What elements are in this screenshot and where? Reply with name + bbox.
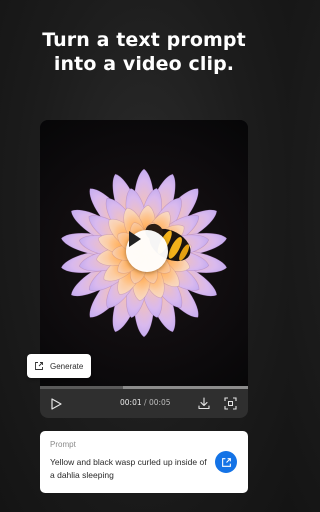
headline: Turn a text prompt into a video clip.: [0, 28, 288, 76]
prompt-title: Prompt: [50, 440, 76, 449]
duration: 00:05: [148, 398, 171, 407]
time-separator: /: [144, 398, 147, 407]
headline-line-2: into a video clip.: [53, 53, 235, 75]
generate-label: Generate: [50, 361, 84, 371]
play-icon: [129, 231, 141, 247]
share-out-icon: [221, 457, 231, 467]
prompt-text: Yellow and black wasp curled up inside o…: [50, 457, 207, 480]
progress-bar[interactable]: [40, 386, 248, 389]
share-out-icon: [35, 362, 43, 370]
play-icon[interactable]: [50, 398, 62, 410]
prompt-card: Prompt Yellow and black wasp curled up i…: [40, 431, 248, 493]
generate-button[interactable]: Generate: [27, 354, 91, 378]
current-time: 00:01: [120, 398, 142, 407]
download-icon[interactable]: [198, 397, 210, 410]
fullscreen-icon[interactable]: [224, 397, 237, 410]
headline-line-1: Turn a text prompt: [42, 29, 246, 51]
prompt-generate-button[interactable]: [215, 451, 237, 473]
time-display: 00:01 / 00:05: [120, 398, 171, 407]
play-button[interactable]: [126, 230, 168, 272]
progress-fill: [40, 386, 124, 389]
video-frame-dahlia-image[interactable]: [40, 120, 248, 386]
player-controls: 00:01 / 00:05: [40, 386, 248, 418]
